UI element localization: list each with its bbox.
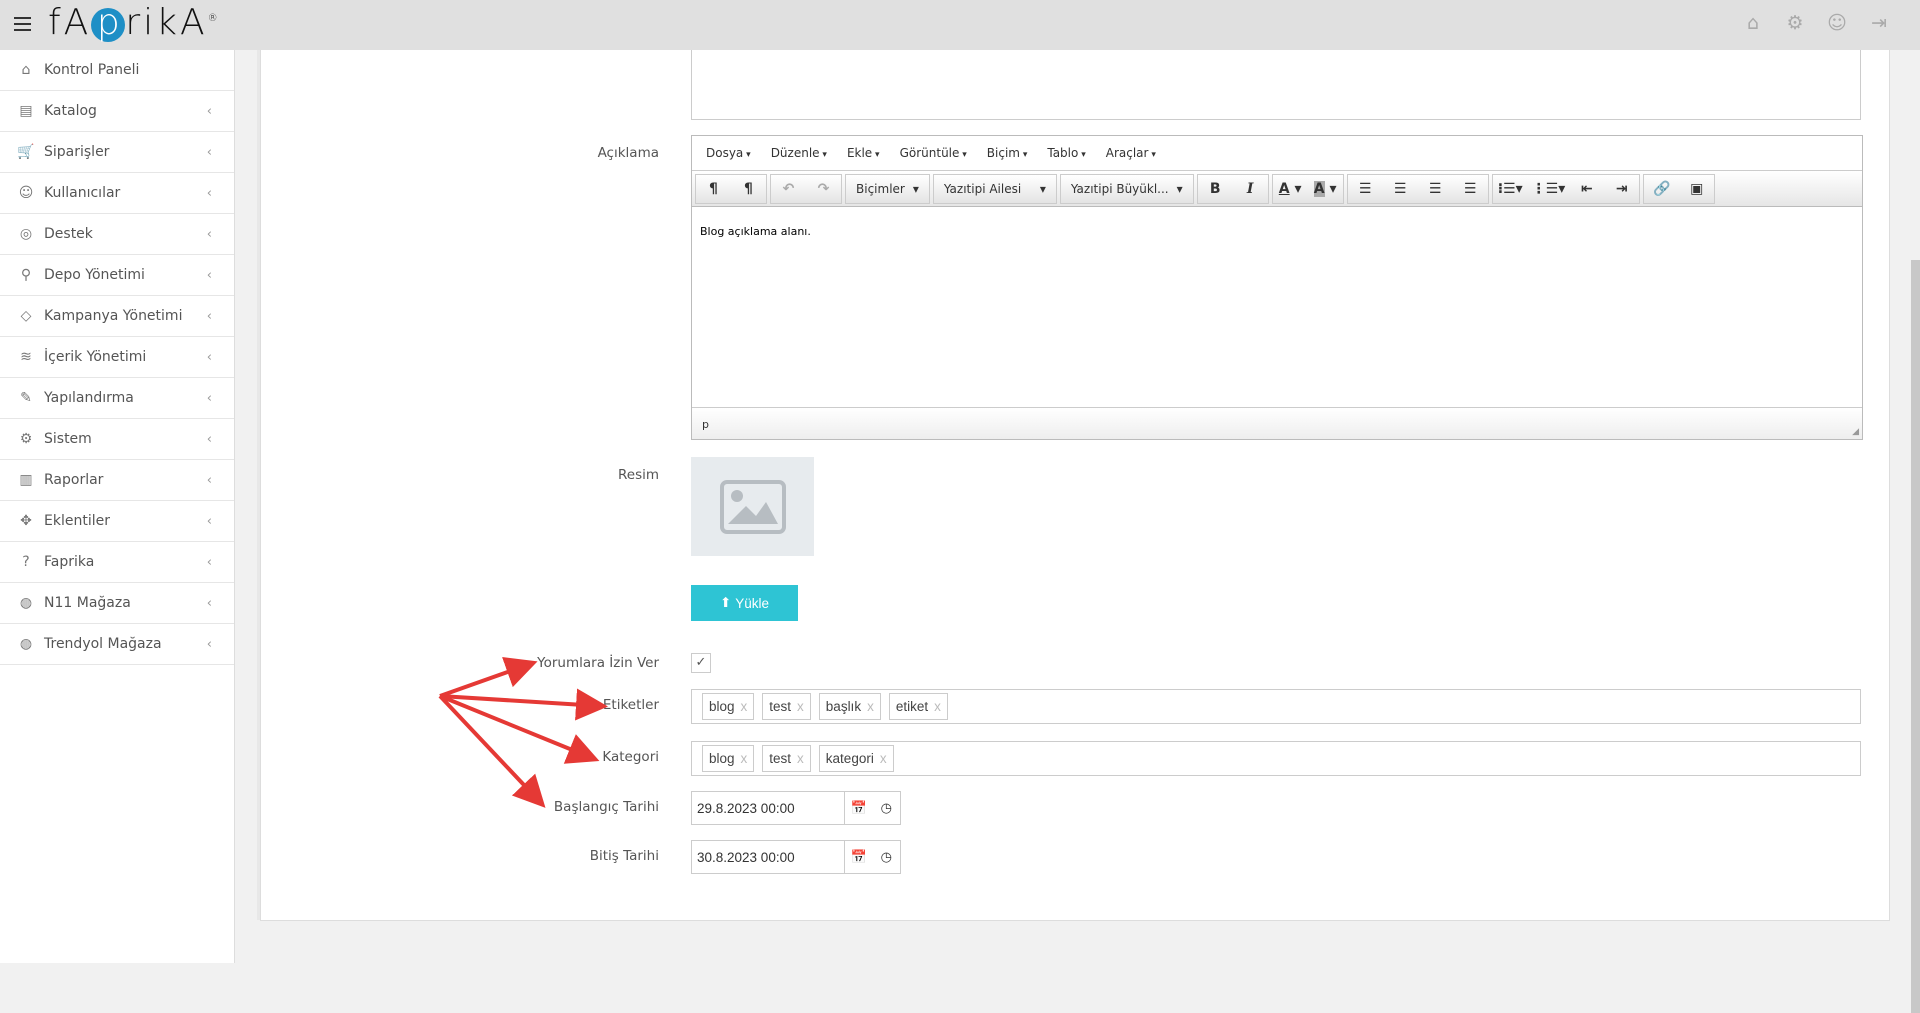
- scrollbar[interactable]: [1911, 50, 1920, 1013]
- arrow-to-start-date: [438, 694, 546, 808]
- arrow-to-comments: [439, 656, 538, 698]
- annotation-arrows: [438, 656, 608, 808]
- scrollbar-thumb[interactable]: [1911, 260, 1920, 1013]
